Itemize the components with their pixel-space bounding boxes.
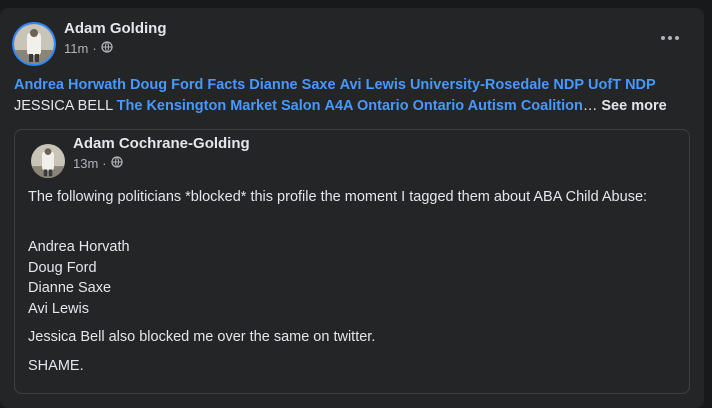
shared-paragraph-3: SHAME. bbox=[28, 358, 84, 374]
shared-meta: 13m · bbox=[73, 156, 123, 171]
post-time[interactable]: 11m bbox=[64, 41, 88, 56]
shared-time[interactable]: 13m bbox=[73, 156, 98, 171]
tags-line-1: Andrea Horwath Doug Ford Facts Dianne Sa… bbox=[14, 75, 694, 96]
tag-link[interactable]: A4A Ontario bbox=[325, 98, 409, 114]
list-item: Andrea Horvath bbox=[28, 239, 130, 255]
tag-link[interactable]: Dianne Saxe bbox=[249, 77, 335, 93]
tag-link[interactable]: Avi Lewis bbox=[340, 77, 406, 93]
shared-author-name[interactable]: Adam Cochrane-Golding bbox=[73, 135, 250, 152]
author-avatar[interactable] bbox=[14, 24, 54, 64]
tag-link[interactable]: Doug Ford bbox=[130, 77, 203, 93]
avatar-image bbox=[31, 144, 65, 178]
shared-paragraph-2: Jessica Bell also blocked me over the sa… bbox=[28, 329, 376, 345]
ellipsis: … bbox=[582, 98, 598, 114]
globe-icon[interactable] bbox=[110, 156, 123, 171]
post-card: Adam Golding 11m · Andrea Horwath Doug F… bbox=[0, 8, 704, 408]
meta-dot: · bbox=[92, 41, 97, 56]
shared-list: Andrea Horvath Doug Ford Dianne Saxe Avi… bbox=[28, 237, 130, 319]
post-tags: Andrea Horwath Doug Ford Facts Dianne Sa… bbox=[14, 75, 694, 117]
author-name[interactable]: Adam Golding bbox=[64, 20, 167, 37]
globe-icon[interactable] bbox=[101, 41, 113, 56]
plain-tag: JESSICA BELL bbox=[14, 98, 113, 114]
tag-link[interactable]: UofT NDP bbox=[588, 77, 656, 93]
shared-paragraph-1: The following politicians *blocked* this… bbox=[28, 189, 648, 205]
tag-link[interactable]: Facts bbox=[207, 77, 245, 93]
avatar-image bbox=[14, 24, 54, 64]
tag-link[interactable]: Andrea Horwath bbox=[14, 77, 126, 93]
more-options-icon[interactable] bbox=[656, 28, 684, 48]
shared-author-avatar[interactable] bbox=[31, 144, 65, 178]
tag-link[interactable]: Ontario Autism Coalition bbox=[413, 98, 583, 114]
list-item: Doug Ford bbox=[28, 259, 97, 276]
tag-link[interactable]: University-Rosedale NDP bbox=[410, 77, 584, 93]
list-item: Dianne Saxe bbox=[28, 280, 112, 296]
post-meta: 11m · bbox=[64, 41, 113, 56]
list-item: Avi Lewis bbox=[28, 300, 89, 317]
tags-line-2: JESSICA BELL The Kensington Market Salon… bbox=[14, 96, 694, 117]
tag-link[interactable]: The Kensington Market Salon bbox=[117, 98, 321, 114]
meta-dot: · bbox=[102, 156, 107, 171]
see-more-link[interactable]: See more bbox=[601, 98, 666, 114]
